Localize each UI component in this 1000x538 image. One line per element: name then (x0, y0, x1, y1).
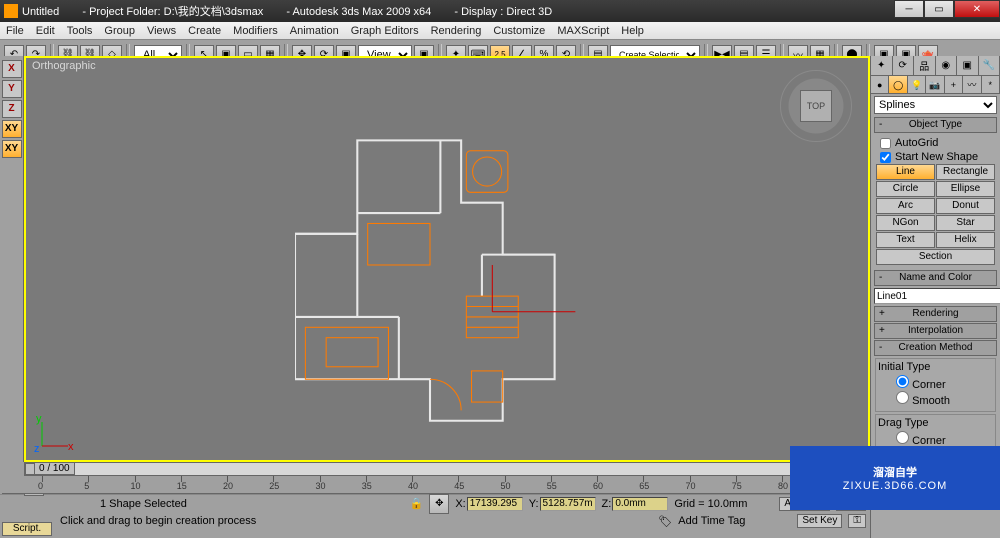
y-coord-input[interactable] (540, 497, 596, 511)
shape-line-button[interactable]: Line (876, 164, 935, 180)
drag-type-label: Drag Type (878, 417, 993, 429)
menu-group[interactable]: Group (98, 25, 141, 37)
add-time-tag[interactable]: Add Time Tag (678, 515, 745, 527)
axis-xy2-button[interactable]: XY (2, 140, 22, 158)
time-slider[interactable]: 0 / 100 (24, 462, 846, 476)
timeline-ruler[interactable]: 05101520253035404550556065707580 (2, 476, 868, 494)
close-button[interactable]: ✕ (954, 0, 1000, 18)
menu-views[interactable]: Views (141, 25, 182, 37)
menu-modifiers[interactable]: Modifiers (227, 25, 284, 37)
sub-helpers[interactable]: + (945, 76, 963, 93)
object-name-input[interactable] (874, 288, 1000, 304)
prompt-text: Click and drag to begin creation process (60, 515, 256, 527)
rollout-rendering[interactable]: Rendering (874, 306, 997, 322)
axis-gizmo: y x z (34, 414, 74, 454)
rollout-interpolation[interactable]: Interpolation (874, 323, 997, 339)
window-title: Untitled - Project Folder: D:\我的文档\3dsma… (22, 3, 996, 19)
svg-text:x: x (68, 441, 74, 453)
tab-modify[interactable]: ⟳ (893, 56, 915, 75)
title-bar: Untitled - Project Folder: D:\我的文档\3dsma… (0, 0, 1000, 22)
menu-help[interactable]: Help (615, 25, 650, 37)
menu-create[interactable]: Create (182, 25, 227, 37)
rollout-object-type[interactable]: Object Type (874, 117, 997, 133)
svg-text:z: z (34, 443, 40, 454)
shape-text-button[interactable]: Text (876, 232, 935, 248)
keyfilter-button[interactable]: ⚿ (848, 514, 866, 528)
shape-arc-button[interactable]: Arc (876, 198, 935, 214)
autogrid-checkbox[interactable] (880, 138, 891, 149)
rollout-name-color[interactable]: Name and Color (874, 270, 997, 286)
floorplan-drawing (295, 130, 607, 442)
menu-bar: File Edit Tools Group Views Create Modif… (0, 22, 1000, 40)
start-new-shape-checkbox[interactable] (880, 152, 891, 163)
viewport-label: Orthographic (32, 60, 96, 72)
menu-rendering[interactable]: Rendering (425, 25, 488, 37)
menu-customize[interactable]: Customize (487, 25, 551, 37)
axis-x-button[interactable]: X (2, 60, 22, 78)
sub-systems[interactable]: * (982, 76, 1000, 93)
shape-rectangle-button[interactable]: Rectangle (936, 164, 995, 180)
transform-type-button[interactable]: ✥ (429, 494, 449, 514)
shape-donut-button[interactable]: Donut (936, 198, 995, 214)
sub-cameras[interactable]: 📷 (926, 76, 944, 93)
watermark: 溜溜自学 ZIXUE.3D66.COM (790, 446, 1000, 510)
axis-xy-button[interactable]: XY (2, 120, 22, 138)
category-dropdown[interactable]: Splines (874, 96, 997, 114)
shape-circle-button[interactable]: Circle (876, 181, 935, 197)
svg-text:y: y (36, 414, 42, 425)
menu-maxscript[interactable]: MAXScript (551, 25, 615, 37)
tab-motion[interactable]: ◉ (936, 56, 958, 75)
start-new-label: Start New Shape (895, 151, 978, 163)
view-cube-face[interactable]: TOP (800, 90, 832, 122)
z-coord-input[interactable] (612, 497, 668, 511)
viewport[interactable]: Orthographic TOP y x z (24, 56, 870, 462)
selection-status: 1 Shape Selected (100, 498, 187, 510)
sub-geometry[interactable]: ● (871, 76, 889, 93)
menu-edit[interactable]: Edit (30, 25, 61, 37)
script-label: Script. (2, 522, 52, 536)
rollout-creation-method[interactable]: Creation Method (874, 340, 997, 356)
setkey-button[interactable]: Set Key (797, 514, 842, 528)
view-cube[interactable]: TOP (780, 70, 852, 142)
sub-spacewarps[interactable]: 〰 (963, 76, 981, 93)
x-coord-input[interactable] (467, 497, 523, 511)
tab-utilities[interactable]: 🔧 (979, 56, 1000, 75)
maximize-button[interactable]: ▭ (924, 0, 954, 18)
initial-type-label: Initial Type (878, 361, 993, 373)
tag-icon[interactable]: 🏷 (658, 515, 672, 528)
shape-ngon-button[interactable]: NGon (876, 215, 935, 231)
initial-corner-radio[interactable] (896, 375, 909, 388)
axis-z-button[interactable]: Z (2, 100, 22, 118)
axis-y-button[interactable]: Y (2, 80, 22, 98)
tab-hierarchy[interactable]: 品 (914, 56, 936, 75)
shape-helix-button[interactable]: Helix (936, 232, 995, 248)
tab-create[interactable]: ✦ (871, 56, 893, 75)
shape-ellipse-button[interactable]: Ellipse (936, 181, 995, 197)
frame-indicator[interactable]: 0 / 100 (34, 462, 75, 475)
menu-tools[interactable]: Tools (61, 25, 99, 37)
minimize-button[interactable]: ─ (894, 0, 924, 18)
app-icon (4, 4, 18, 18)
tab-display[interactable]: ▣ (957, 56, 979, 75)
lock-icon[interactable]: 🔒 (410, 497, 424, 510)
watermark-main: 溜溜自学 (873, 464, 917, 480)
drag-corner-radio[interactable] (896, 431, 909, 444)
menu-file[interactable]: File (0, 25, 30, 37)
menu-animation[interactable]: Animation (284, 25, 345, 37)
watermark-sub: ZIXUE.3D66.COM (843, 480, 947, 492)
grid-status: Grid = 10.0mm (674, 498, 747, 510)
menu-graph-editors[interactable]: Graph Editors (345, 25, 425, 37)
shape-section-button[interactable]: Section (876, 249, 995, 265)
autogrid-label: AutoGrid (895, 137, 938, 149)
sub-shapes[interactable]: ◯ (889, 76, 907, 93)
bottom-panel: 0 / 100 ▤ 051015202530354045505560657075… (0, 462, 870, 538)
sub-lights[interactable]: 💡 (908, 76, 926, 93)
axis-constraint-bar: X Y Z XY XY (0, 56, 24, 462)
shape-star-button[interactable]: Star (936, 215, 995, 231)
initial-smooth-radio[interactable] (896, 391, 909, 404)
